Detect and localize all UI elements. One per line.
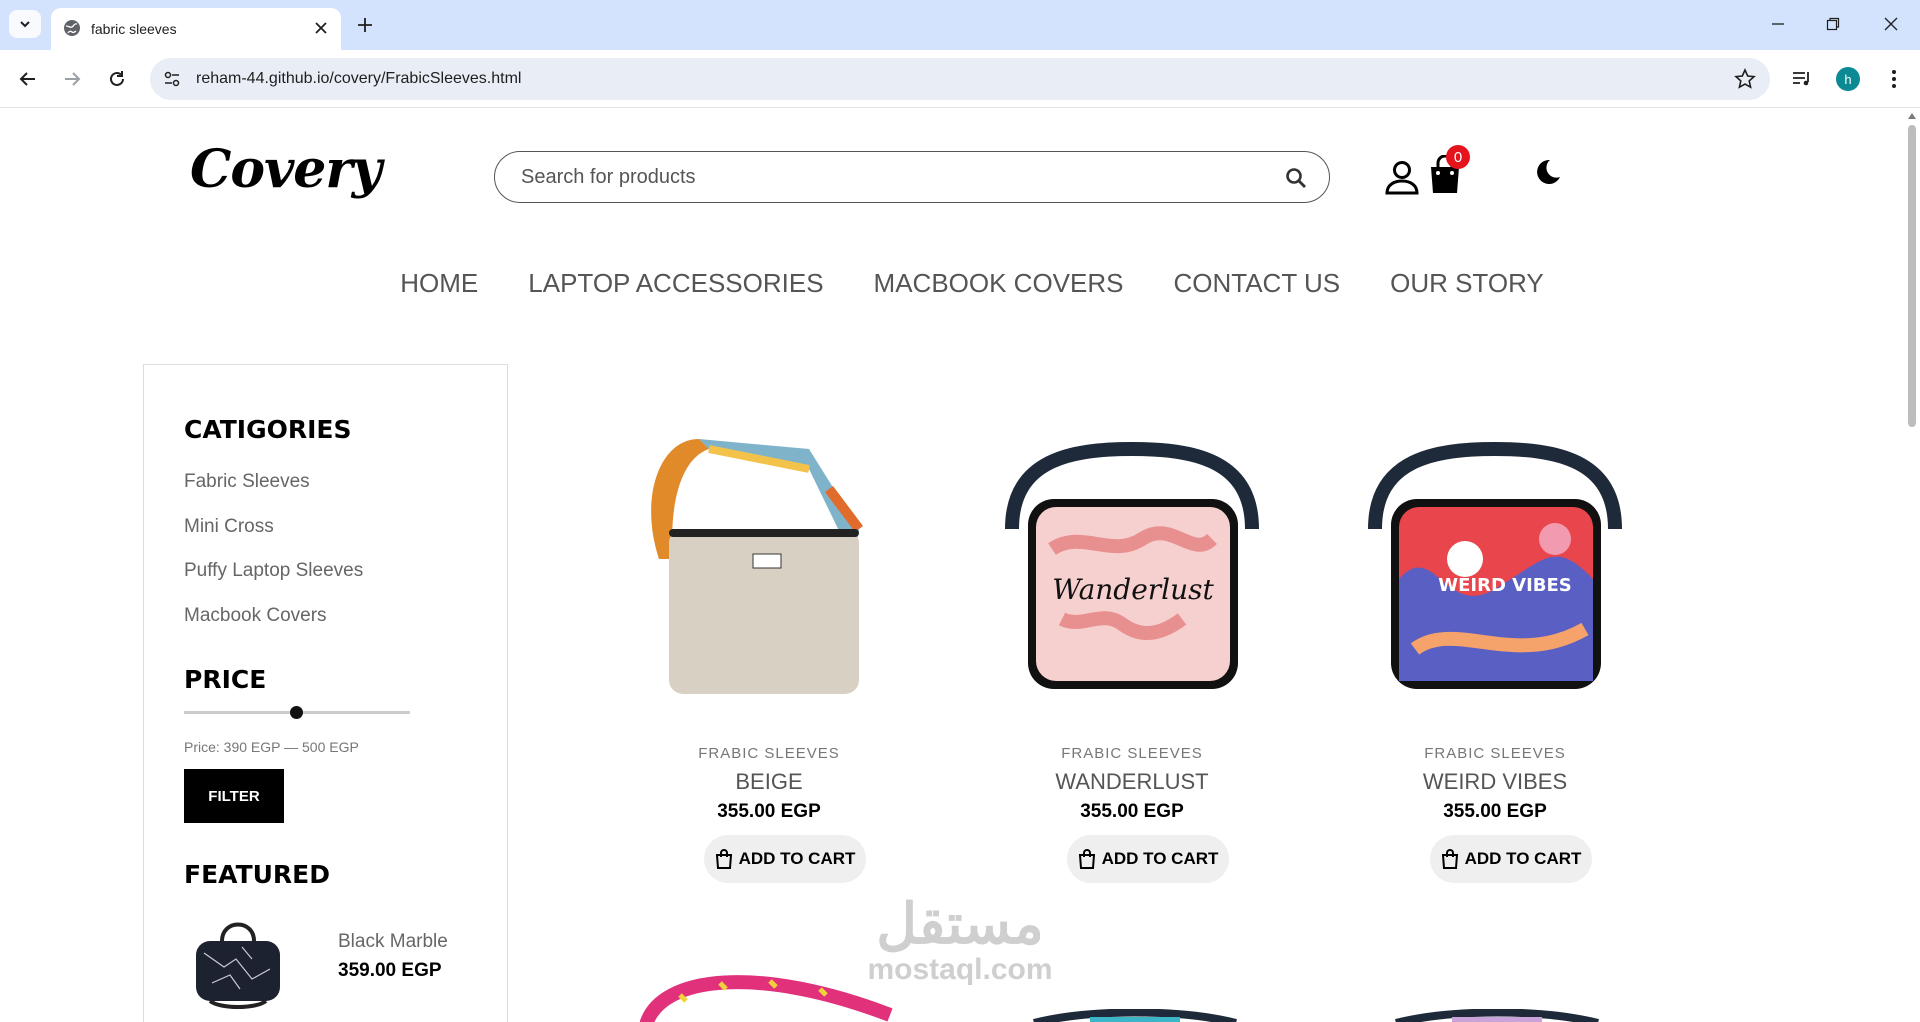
close-icon <box>315 22 327 34</box>
address-bar[interactable]: reham-44.github.io/covery/FrabicSleeves.… <box>150 58 1770 100</box>
add-to-cart-label: ADD TO CART <box>1464 849 1582 868</box>
filter-sidebar: CATIGORIES Fabric Sleeves Mini Cross Puf… <box>143 364 508 1022</box>
watermark-latin: mostaql.com <box>867 953 1053 986</box>
browser-tab[interactable]: fabric sleeves <box>51 8 341 50</box>
product-card: FRABIC SLEEVES BEIGE 355.00 EGP ADD TO C… <box>619 419 919 883</box>
close-window-button[interactable] <box>1876 10 1906 38</box>
media-control-button[interactable] <box>1788 65 1816 93</box>
nav-our-story[interactable]: OUR STORY <box>1390 268 1544 299</box>
restore-icon <box>1826 17 1840 31</box>
product-price: 355.00 EGP <box>717 801 821 822</box>
price-range-text: Price: 390 EGP — 500 EGP <box>184 739 359 755</box>
page-viewport: Covery Search for products 0 HOME LAPTOP… <box>0 109 1904 1022</box>
tab-title: fabric sleeves <box>91 21 177 37</box>
product-search[interactable]: Search for products <box>494 151 1330 203</box>
featured-product-name[interactable]: Black Marble <box>338 931 448 953</box>
svg-text:Wanderlust: Wanderlust <box>1052 573 1214 606</box>
search-input[interactable]: Search for products <box>521 166 696 189</box>
queue-music-icon <box>1793 72 1809 86</box>
product-image[interactable]: WEIRD VIBES <box>1355 419 1635 709</box>
add-to-cart-button[interactable]: ADD TO CART <box>1430 835 1592 883</box>
cart-count-badge: 0 <box>1446 145 1470 169</box>
minimize-button[interactable] <box>1763 10 1793 38</box>
product-name[interactable]: WEIRD VIBES <box>1345 769 1645 795</box>
restore-button[interactable] <box>1818 10 1848 38</box>
add-to-cart-button[interactable]: ADD TO CART <box>1067 835 1229 883</box>
nav-macbook-covers[interactable]: MACBOOK COVERS <box>874 268 1124 299</box>
scroll-up-arrow[interactable] <box>1908 113 1916 119</box>
new-tab-button[interactable] <box>352 12 378 38</box>
product-category: FRABIC SLEEVES <box>1061 745 1203 762</box>
reload-icon <box>110 71 124 86</box>
product-card: WEIRD VIBES FRABIC SLEEVES WEIRD VIBES 3… <box>1345 419 1645 883</box>
watermark-arabic: مستقل <box>876 892 1044 955</box>
shopping-bag-icon <box>1441 849 1458 869</box>
shopping-bag-icon <box>715 849 732 869</box>
product-image-partial[interactable] <box>1030 1009 1240 1022</box>
globe-icon <box>64 20 80 36</box>
profile-button[interactable]: h <box>1834 65 1862 93</box>
category-fabric-sleeves[interactable]: Fabric Sleeves <box>184 471 310 493</box>
filter-button[interactable]: FILTER <box>184 769 284 823</box>
moon-icon[interactable] <box>1534 157 1562 187</box>
tab-close-button[interactable] <box>311 18 331 38</box>
watermark: مستقل mostaql.com <box>840 895 1080 987</box>
add-to-cart-button[interactable]: ADD TO CART <box>704 835 866 883</box>
nav-contact-us[interactable]: CONTACT US <box>1173 268 1340 299</box>
featured-product-price: 359.00 EGP <box>338 960 442 981</box>
browser-menu-button[interactable] <box>1880 65 1908 93</box>
forward-button[interactable] <box>56 63 88 95</box>
categories-heading: CATIGORIES <box>184 415 352 444</box>
close-icon <box>1884 17 1898 31</box>
product-image-partial[interactable] <box>1392 1009 1602 1022</box>
product-card: Wanderlust FRABIC SLEEVES WANDERLUST 355… <box>982 419 1282 883</box>
star-icon[interactable] <box>1734 68 1756 90</box>
category-macbook-covers[interactable]: Macbook Covers <box>184 605 327 627</box>
minimize-icon <box>1772 23 1784 25</box>
avatar: h <box>1836 67 1860 91</box>
product-category: FRABIC SLEEVES <box>698 745 840 762</box>
back-button[interactable] <box>12 63 44 95</box>
arrow-left-icon <box>19 72 35 86</box>
site-logo[interactable]: Covery <box>190 139 382 200</box>
plus-icon <box>358 18 372 32</box>
product-name[interactable]: WANDERLUST <box>982 769 1282 795</box>
url-text: reham-44.github.io/covery/FrabicSleeves.… <box>196 70 522 87</box>
price-slider-handle[interactable] <box>290 706 303 719</box>
user-icon[interactable] <box>1385 159 1419 195</box>
category-puffy-laptop-sleeves[interactable]: Puffy Laptop Sleeves <box>184 560 363 582</box>
category-mini-cross[interactable]: Mini Cross <box>184 516 274 538</box>
chevron-down-icon <box>20 21 30 28</box>
site-settings-icon <box>164 71 180 87</box>
featured-product-image[interactable] <box>192 913 284 1013</box>
product-image[interactable]: Wanderlust <box>992 419 1272 709</box>
reload-button[interactable] <box>101 63 133 95</box>
nav-laptop-accessories[interactable]: LAPTOP ACCESSORIES <box>528 268 823 299</box>
nav-home[interactable]: HOME <box>400 268 478 299</box>
browser-toolbar: reham-44.github.io/covery/FrabicSleeves.… <box>0 50 1920 108</box>
tab-search-button[interactable] <box>9 10 41 38</box>
arrow-right-icon <box>65 72 81 86</box>
featured-heading: FEATURED <box>184 860 330 889</box>
main-navigation: HOME LAPTOP ACCESSORIES MACBOOK COVERS C… <box>0 268 1904 299</box>
page-scrollbar[interactable] <box>1904 109 1920 1022</box>
product-name[interactable]: BEIGE <box>619 769 919 795</box>
product-image[interactable] <box>629 419 909 709</box>
shopping-bag-icon <box>1078 849 1095 869</box>
more-vert-icon <box>1892 70 1896 88</box>
product-price: 355.00 EGP <box>1080 801 1184 822</box>
product-category: FRABIC SLEEVES <box>1424 745 1566 762</box>
product-price: 355.00 EGP <box>1443 801 1547 822</box>
search-icon[interactable] <box>1285 167 1307 189</box>
browser-tab-bar: fabric sleeves <box>0 0 1920 50</box>
svg-text:WEIRD VIBES: WEIRD VIBES <box>1438 575 1572 596</box>
price-heading: PRICE <box>184 665 267 694</box>
scrollbar-thumb[interactable] <box>1908 125 1916 427</box>
add-to-cart-label: ADD TO CART <box>738 849 856 868</box>
add-to-cart-label: ADD TO CART <box>1101 849 1219 868</box>
